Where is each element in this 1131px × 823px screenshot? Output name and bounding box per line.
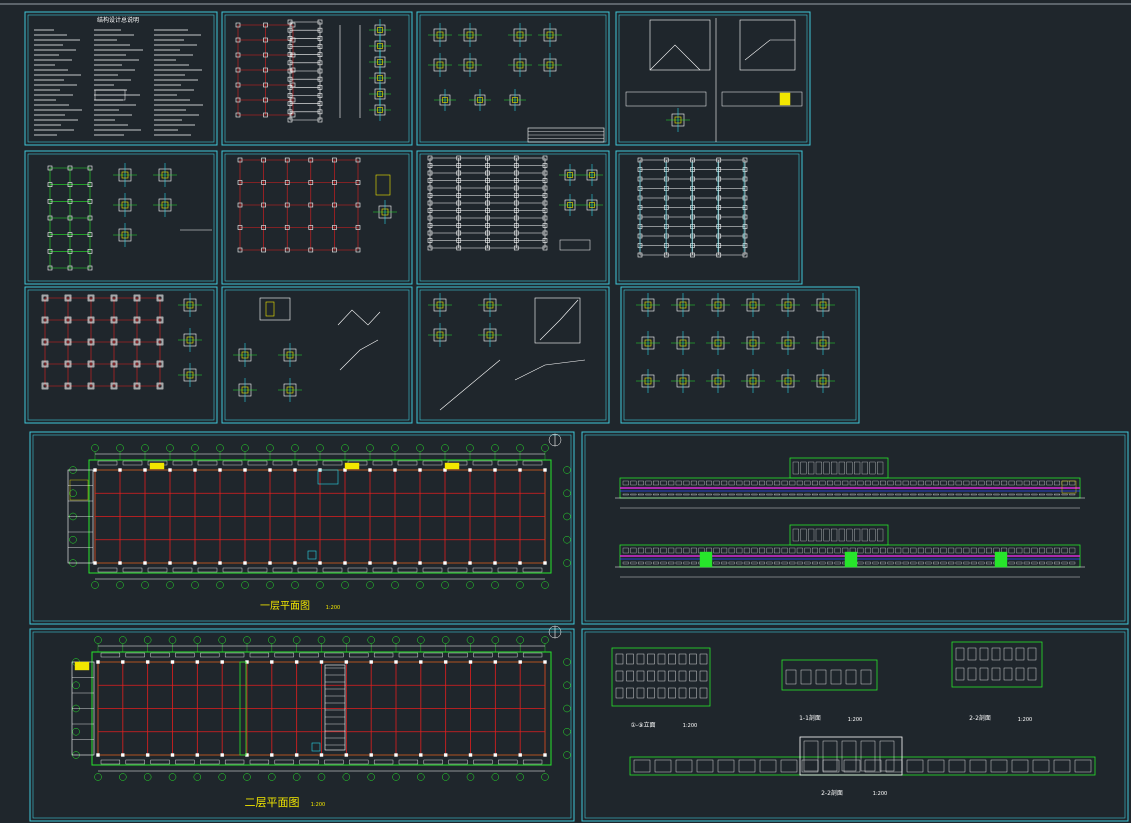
section-label-4: 2-2剖面 [821, 789, 843, 797]
plan1-scale: 1:200 [326, 605, 340, 611]
section-label-3-scale: 1:200 [1018, 717, 1032, 723]
section-label-2-scale: 1:200 [848, 717, 862, 723]
section-label-3: 2-2剖面 [969, 714, 991, 722]
section-label-1: ①-⑨立面 [631, 721, 656, 729]
section-label-4-scale: 1:200 [873, 791, 887, 797]
section-label-2: 1-1剖面 [799, 714, 821, 722]
section-label-1-scale: 1:200 [683, 723, 697, 729]
cad-drawing-canvas: 结构设计总说明 一层平面图 1:200 二层平面图 1:200 ①-⑨立面 1:… [0, 0, 1131, 823]
notes-title: 结构设计总说明 [97, 16, 139, 24]
plan2-scale: 1:200 [311, 802, 325, 808]
plan1-caption: 一层平面图 [260, 600, 310, 612]
plan2-caption: 二层平面图 [245, 796, 300, 809]
